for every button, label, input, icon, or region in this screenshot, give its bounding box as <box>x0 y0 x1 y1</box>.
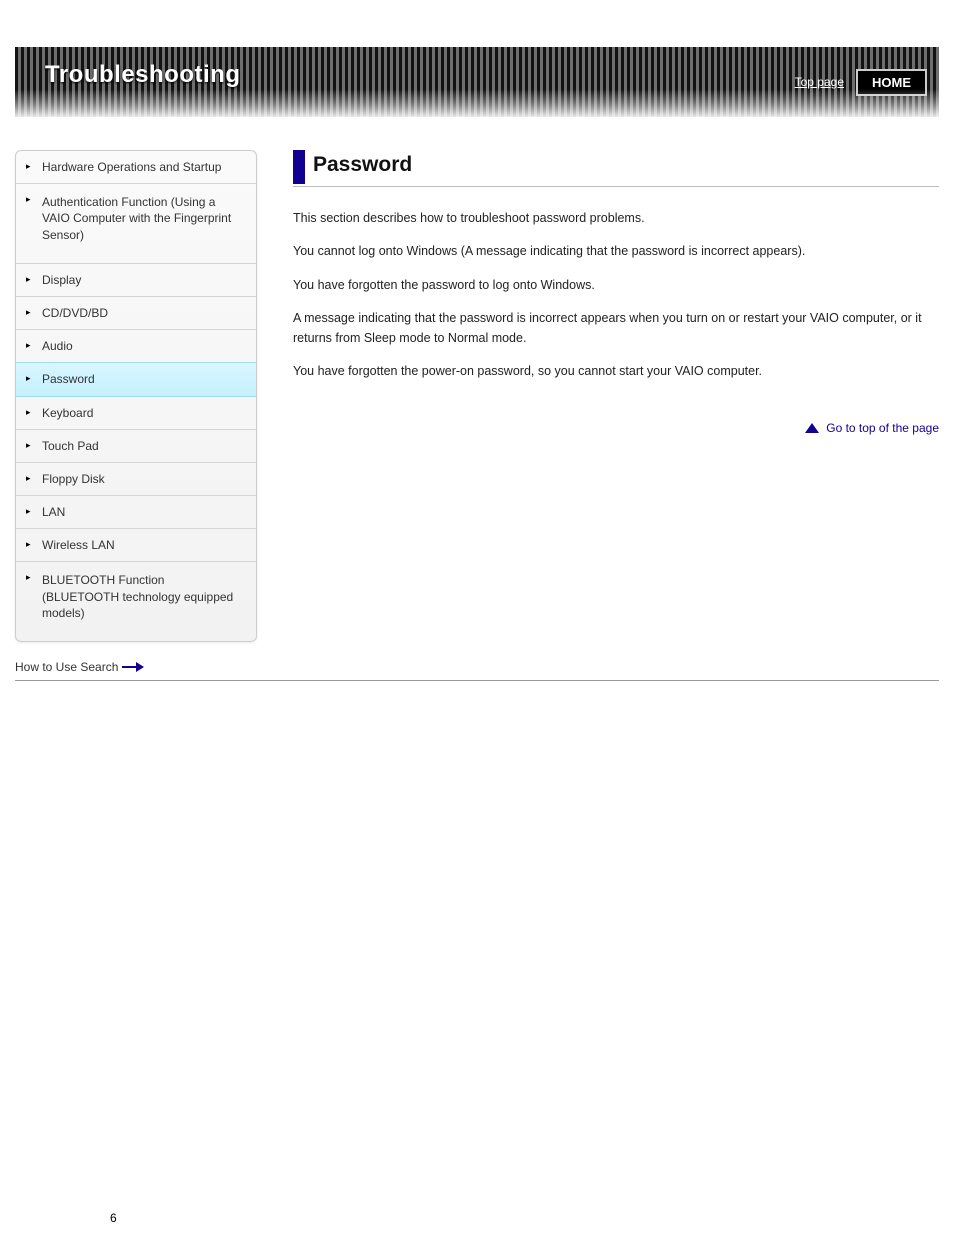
sidebar-item-auth[interactable]: Authentication Function (Using a VAIO Co… <box>16 184 256 264</box>
search-help-label: How to Use Search <box>15 660 118 674</box>
sidebar-item-label: Audio <box>42 339 73 353</box>
go-to-top-label: Go to top of the page <box>826 421 939 435</box>
home-button[interactable]: HOME <box>856 69 927 96</box>
topic-link[interactable]: You have forgotten the password to log o… <box>293 276 939 295</box>
topic-link[interactable]: You have forgotten the power-on password… <box>293 362 939 381</box>
sidebar-item-password[interactable]: Password <box>16 362 256 396</box>
sidebar-item-label: Touch Pad <box>42 439 99 453</box>
search-help-link[interactable]: How to Use Search <box>15 660 939 674</box>
right-arrow-icon <box>122 663 144 671</box>
heading-rule <box>293 186 939 187</box>
sidebar-item-floppy[interactable]: Floppy Disk <box>16 463 256 496</box>
go-to-top-link[interactable]: Go to top of the page <box>293 421 939 435</box>
footer-rule <box>15 680 939 681</box>
sidebar-item-label: Wireless LAN <box>42 538 115 552</box>
header-banner: Troubleshooting Top page HOME <box>15 47 939 117</box>
sidebar-item-label: Hardware Operations and Startup <box>42 160 221 174</box>
sidebar: Hardware Operations and Startup Authenti… <box>15 150 257 642</box>
top-page-link[interactable]: Top page <box>795 75 844 89</box>
sidebar-item-keyboard[interactable]: Keyboard <box>16 397 256 430</box>
sidebar-item-display[interactable]: Display <box>16 264 256 297</box>
sidebar-item-disc[interactable]: CD/DVD/BD <box>16 297 256 330</box>
sidebar-item-label: Password <box>42 372 95 386</box>
topic-link[interactable]: You cannot log onto Windows (A message i… <box>293 242 939 261</box>
heading-accent-bar <box>293 150 305 184</box>
sidebar-item-label: Display <box>42 273 81 287</box>
sidebar-item-lan[interactable]: LAN <box>16 496 256 529</box>
topic-link[interactable]: A message indicating that the password i… <box>293 309 939 348</box>
main-content: Password This section describes how to t… <box>257 150 939 435</box>
intro-paragraph: This section describes how to troublesho… <box>293 209 939 228</box>
sidebar-item-touchpad[interactable]: Touch Pad <box>16 430 256 463</box>
sidebar-item-label: Authentication Function (Using a VAIO Co… <box>42 195 231 241</box>
sidebar-item-audio[interactable]: Audio <box>16 330 256 363</box>
sidebar-item-label: Floppy Disk <box>42 472 105 486</box>
up-arrow-icon <box>805 423 819 433</box>
page-heading: Password <box>313 150 412 177</box>
body-text: This section describes how to troublesho… <box>293 209 939 381</box>
sidebar-item-wlan[interactable]: Wireless LAN <box>16 529 256 562</box>
sidebar-item-label: BLUETOOTH Function (BLUETOOTH technology… <box>42 573 233 619</box>
sidebar-item-bluetooth[interactable]: BLUETOOTH Function (BLUETOOTH technology… <box>16 562 256 641</box>
sidebar-item-label: Keyboard <box>42 406 93 420</box>
banner-title: Troubleshooting <box>45 61 240 89</box>
page-number: 6 <box>110 1211 939 1225</box>
sidebar-item-hardware[interactable]: Hardware Operations and Startup <box>16 151 256 184</box>
sidebar-item-label: CD/DVD/BD <box>42 306 108 320</box>
sidebar-item-label: LAN <box>42 505 65 519</box>
